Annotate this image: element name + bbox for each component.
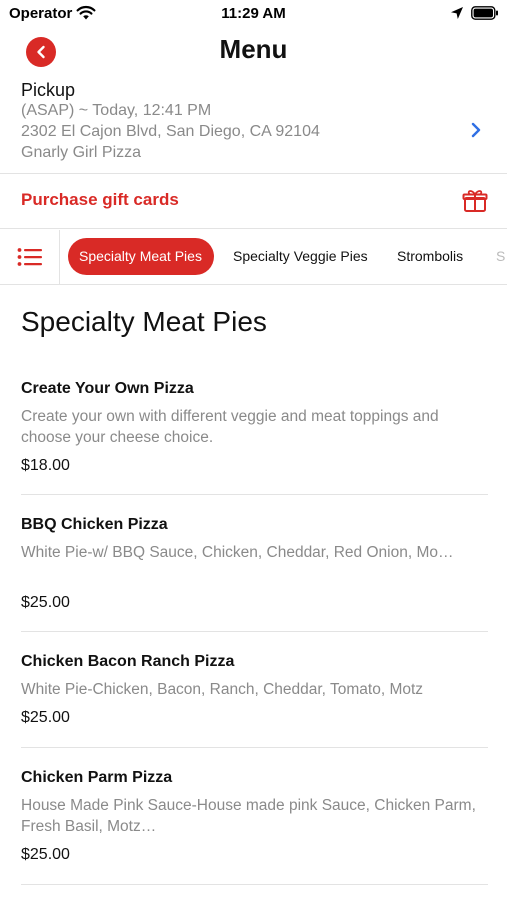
category-tab-bar: Specialty Meat Pies Specialty Veggie Pie… [0,230,507,284]
tab-next-category[interactable]: S [496,238,507,275]
purchase-gift-cards-row[interactable]: Purchase gift cards [0,175,507,227]
purchase-gift-cards-label: Purchase gift cards [21,190,179,209]
item-price: $25.00 [21,594,70,611]
item-price: $18.00 [21,457,70,474]
item-description: White Pie-w/ BBQ Sauce, Chicken, Cheddar… [21,544,454,561]
pickup-time: (ASAP) ~ Today, 12:41 PM [21,102,212,119]
list-icon [17,248,42,266]
pickup-address: 2302 El Cajon Blvd, San Diego, CA 92104 [21,123,320,140]
item-divider [21,631,488,632]
tab-specialty-veggie-pies[interactable]: Specialty Veggie Pies [233,238,368,275]
tab-specialty-meat-pies[interactable]: Specialty Meat Pies [68,238,214,275]
item-description: White Pie-Chicken, Bacon, Ranch, Cheddar… [21,681,424,698]
pickup-title: Pickup [21,80,76,100]
item-name: BBQ Chicken Pizza [21,516,168,533]
item-name: Create Your Own Pizza [21,380,194,397]
battery-icon [471,6,498,20]
menu-item[interactable]: BBQ Chicken Pizza White Pie-w/ BBQ Sauce… [0,516,507,632]
gift-icon [462,190,488,212]
category-menu-button[interactable] [0,230,60,284]
section-title: Specialty Meat Pies [21,306,267,337]
item-name: Chicken Bacon Ranch Pizza [21,653,235,670]
item-divider [21,747,488,748]
pickup-store-name: Gnarly Girl Pizza [21,144,142,161]
location-arrow-icon [451,7,463,19]
page-title: Menu [219,34,288,64]
menu-item[interactable]: Chicken Bacon Ranch Pizza White Pie-Chic… [0,653,507,749]
tab-strombolis[interactable]: Strombolis [397,238,463,275]
item-description: Create your own with different veggie an… [21,408,439,446]
divider [0,284,507,285]
status-time: 11:29 AM [221,5,286,22]
item-divider [21,494,488,495]
divider [0,228,507,229]
status-bar: Operator 11:29 AM [0,0,507,28]
item-divider [21,884,488,885]
item-name: Chicken Parm Pizza [21,769,173,786]
menu-item[interactable]: Create Your Own Pizza Create your own wi… [0,380,507,496]
divider [0,173,507,174]
item-price: $25.00 [21,709,70,726]
pickup-info[interactable]: Pickup (ASAP) ~ Today, 12:41 PM 2302 El … [0,78,507,172]
item-description: House Made Pink Sauce-House made pink Sa… [21,797,476,835]
item-price: $25.00 [21,846,70,863]
nav-bar: Menu [0,30,507,76]
menu-item[interactable]: Chicken Parm Pizza House Made Pink Sauce… [0,769,507,887]
chevron-right-icon [471,122,481,138]
